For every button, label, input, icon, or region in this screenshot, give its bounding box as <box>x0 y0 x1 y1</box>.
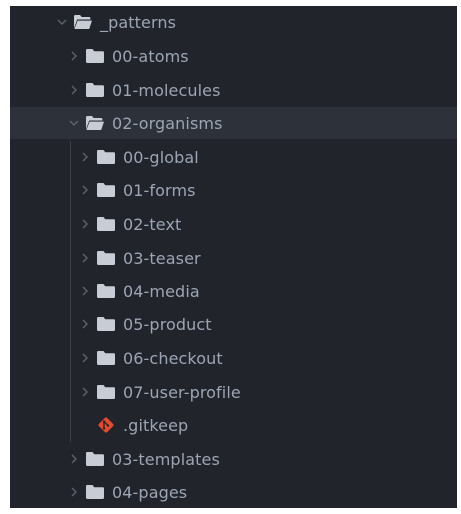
tree-item-01-forms[interactable]: 01-forms <box>10 174 457 206</box>
chevron-right-icon[interactable] <box>77 376 93 408</box>
tree-item-04-pages[interactable]: 04-pages <box>10 476 457 508</box>
folder-open-icon <box>74 6 92 38</box>
tree-item-gitkeep[interactable]: .gitkeep <box>10 409 457 441</box>
tree-item-label: 04-pages <box>112 482 188 502</box>
tree-item-06-checkout[interactable]: 06-checkout <box>10 342 457 374</box>
folder-icon <box>86 40 104 72</box>
folder-icon <box>97 342 115 374</box>
tree-item-label: 00-atoms <box>112 46 189 66</box>
folder-icon <box>86 74 104 106</box>
folder-icon <box>86 443 104 475</box>
folder-icon <box>97 208 115 240</box>
tree-item-05-product[interactable]: 05-product <box>10 308 457 340</box>
tree-item-label: 07-user-profile <box>123 382 241 402</box>
folder-icon <box>86 476 104 508</box>
chevron-right-icon[interactable] <box>77 308 93 340</box>
chevron-right-icon[interactable] <box>77 342 93 374</box>
tree-item-00-global[interactable]: 00-global <box>10 141 457 173</box>
chevron-right-icon[interactable] <box>77 242 93 274</box>
git-icon <box>97 409 115 441</box>
tree-item-03-teaser[interactable]: 03-teaser <box>10 242 457 274</box>
chevron-right-icon[interactable] <box>66 40 82 72</box>
tree-item-patterns[interactable]: _patterns <box>10 6 457 38</box>
chevron-right-icon[interactable] <box>77 275 93 307</box>
chevron-right-icon[interactable] <box>66 74 82 106</box>
tree-item-label: 04-media <box>123 281 200 301</box>
chevron-down-icon[interactable] <box>54 6 70 38</box>
tree-item-label: .gitkeep <box>123 415 189 435</box>
tree-item-label: 00-global <box>123 147 199 167</box>
tree-item-07-user-profile[interactable]: 07-user-profile <box>10 376 457 408</box>
tree-item-03-templates[interactable]: 03-templates <box>10 443 457 475</box>
tree-item-label: 03-teaser <box>123 248 201 268</box>
tree-item-label: 03-templates <box>112 449 220 469</box>
chevron-down-icon[interactable] <box>66 107 82 139</box>
tree-item-label: 01-molecules <box>112 80 221 100</box>
tree-item-label: 01-forms <box>123 180 196 200</box>
folder-icon <box>97 376 115 408</box>
chevron-right-icon[interactable] <box>66 476 82 508</box>
tree-item-00-atoms[interactable]: 00-atoms <box>10 40 457 72</box>
tree-item-02-text[interactable]: 02-text <box>10 208 457 240</box>
chevron-right-icon[interactable] <box>66 443 82 475</box>
folder-icon <box>97 242 115 274</box>
folder-icon <box>97 275 115 307</box>
tree-item-label: 05-product <box>123 314 212 334</box>
chevron-right-icon[interactable] <box>77 174 93 206</box>
file-tree-panel: _patterns 00-atoms 01-molecules 02-organ… <box>10 6 457 508</box>
tree-item-label: 06-checkout <box>123 348 223 368</box>
chevron-right-icon[interactable] <box>77 141 93 173</box>
tree-item-04-media[interactable]: 04-media <box>10 275 457 307</box>
tree-item-02-organisms[interactable]: 02-organisms <box>10 107 457 139</box>
tree-item-label: 02-text <box>123 214 182 234</box>
folder-icon <box>97 141 115 173</box>
folder-open-icon <box>86 107 104 139</box>
tree-item-01-molecules[interactable]: 01-molecules <box>10 74 457 106</box>
folder-icon <box>97 174 115 206</box>
tree-item-label: 02-organisms <box>112 113 223 133</box>
tree-item-label: _patterns <box>100 12 177 32</box>
chevron-right-icon[interactable] <box>77 208 93 240</box>
folder-icon <box>97 308 115 340</box>
